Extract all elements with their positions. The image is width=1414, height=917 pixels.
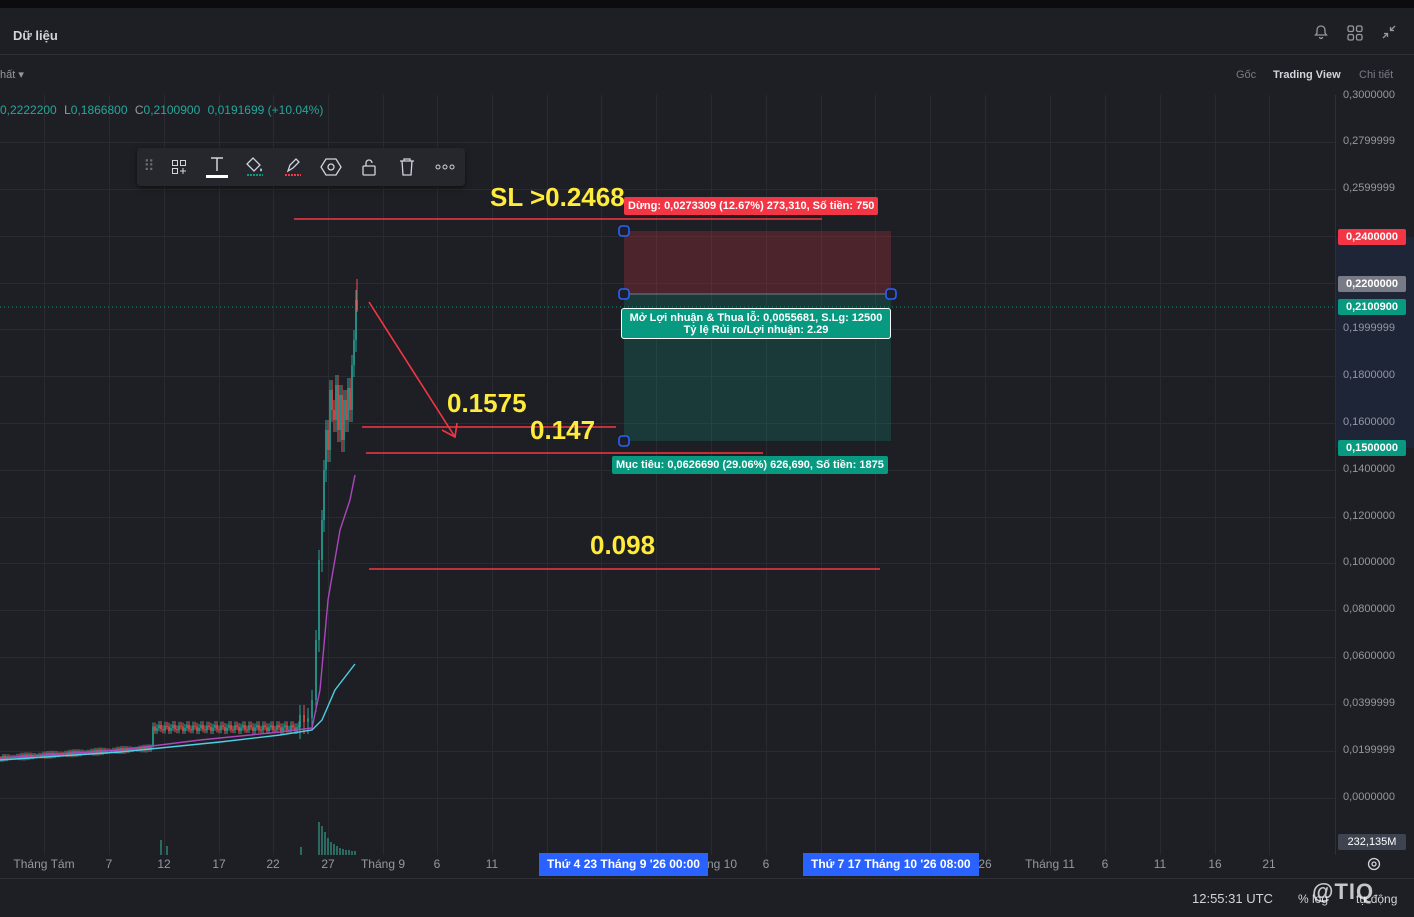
price-tick-label: 0,1400000	[1343, 463, 1395, 475]
fill-color-icon[interactable]	[237, 148, 273, 186]
settings-icon[interactable]	[313, 148, 349, 186]
interval-label: hất	[0, 69, 16, 81]
sl-annotation[interactable]: SL >0.2468	[490, 182, 625, 213]
interval-dropdown[interactable]: hất ▾	[0, 68, 24, 81]
price-tick-label: 0,2599999	[1343, 182, 1395, 194]
time-tick-label: 7	[105, 857, 113, 871]
line-color-icon[interactable]	[275, 148, 311, 186]
time-tick-label: 6	[1101, 857, 1109, 871]
current-price-box: 0,2100900	[1338, 299, 1406, 315]
settings-gear-icon[interactable]	[1366, 856, 1384, 874]
time-tick-label: 21	[1262, 857, 1276, 871]
low-label: L	[64, 103, 71, 117]
bottom-bar: 12:55:31 UTC % log tự động @TIQ	[0, 878, 1414, 917]
drawing-toolbar: ⠿	[137, 148, 465, 186]
bell-icon[interactable]	[1312, 24, 1330, 42]
time-tick-label: 6	[762, 857, 770, 871]
price-tick-label: 0,2799999	[1343, 135, 1395, 147]
time-cursor-start: Thứ 4 23 Tháng 9 '26 00:00	[539, 853, 708, 876]
time-tick-label: 27	[321, 857, 335, 871]
tab-trading-view[interactable]: Trading View	[1273, 69, 1341, 81]
stop-label: Dừng: 0,0273309 (12.67%) 273,310, Số tiề…	[624, 197, 879, 215]
time-tick-label: Tháng Tám	[13, 857, 75, 871]
change-value: 0,0191699 (+10.04%)	[207, 103, 324, 117]
template-icon[interactable]	[161, 148, 197, 186]
time-tick-label: 11	[1153, 857, 1167, 871]
close-value: 0,2100900	[143, 103, 201, 117]
time-tick-label: 17	[212, 857, 226, 871]
level-annotation-3[interactable]: 0.098	[590, 530, 655, 561]
price-tick-label: 0,1000000	[1343, 556, 1395, 568]
chevron-down-icon: ▾	[18, 69, 24, 81]
price-tick-label: 0,1800000	[1343, 369, 1395, 381]
ohlc-legend: 0,2222200 L0,1866800 C0,2100900 0,019169…	[0, 103, 323, 117]
entry-price-box: 0,2200000	[1338, 276, 1406, 292]
price-tick-label: 0,0399999	[1343, 697, 1395, 709]
chart-options-bar: hất ▾ Gốc Trading View Chi tiết	[0, 56, 1414, 95]
price-tick-label: 0,0000000	[1343, 791, 1395, 803]
target-price-box: 0,1500000	[1338, 440, 1406, 456]
time-tick-label: 16	[1208, 857, 1222, 871]
time-tick-label: Tháng 11	[1025, 857, 1075, 871]
drag-handle-icon[interactable]: ⠿	[137, 148, 161, 186]
close-label: C	[134, 103, 144, 117]
pnl-line: Mở Lợi nhuận & Thua lỗ: 0,0055681, S.Lg:…	[629, 312, 883, 324]
time-tick-label: 22	[266, 857, 280, 871]
trash-icon[interactable]	[389, 148, 425, 186]
time-tick-label: Tháng 9	[360, 857, 406, 871]
tab-detail[interactable]: Chi tiết	[1359, 69, 1393, 81]
price-tick-label: 0,1200000	[1343, 510, 1395, 522]
watermark-logo: @TIQ	[1312, 879, 1375, 904]
time-tick-label: 6	[433, 857, 441, 871]
target-label: Mục tiêu: 0,0626690 (29.06%) 626,690, Số…	[612, 456, 888, 474]
lock-icon[interactable]	[351, 148, 387, 186]
level-annotation-1[interactable]: 0.1575	[447, 388, 527, 419]
stop-zone	[624, 231, 891, 294]
collapse-icon[interactable]	[1380, 24, 1398, 42]
time-tick-label: 26	[978, 857, 992, 871]
time-tick-label: ng 10	[706, 857, 738, 871]
layout-grid-icon[interactable]	[1346, 24, 1364, 42]
tab-original[interactable]: Gốc	[1236, 69, 1256, 81]
panel-title: Dữ liệu	[13, 28, 58, 43]
level-annotation-2[interactable]: 0.147	[530, 415, 595, 446]
price-tick-label: 0,3000000	[1343, 89, 1395, 101]
top-bar: Dữ liệu	[0, 0, 1414, 55]
text-icon[interactable]	[199, 148, 235, 186]
risk-reward-line: Tỷ lệ Rủi ro/Lợi nhuận: 2.29	[683, 324, 829, 336]
more-icon[interactable]	[427, 148, 463, 186]
percent-label[interactable]: %	[1298, 892, 1309, 906]
high-value: 0,2222200	[0, 103, 57, 117]
price-tick-label: 0,1999999	[1343, 322, 1395, 334]
utc-clock[interactable]: 12:55:31 UTC	[1192, 891, 1273, 906]
pnl-label: Mở Lợi nhuận & Thua lỗ: 0,0055681, S.Lg:…	[621, 308, 891, 339]
stop-price-box: 0,2400000	[1338, 229, 1406, 245]
volume-box: 232,135M	[1338, 834, 1406, 850]
price-tick-label: 0,0800000	[1343, 603, 1395, 615]
price-tick-label: 0,1600000	[1343, 416, 1395, 428]
time-tick-label: 12	[157, 857, 171, 871]
time-tick-label: 11	[485, 857, 499, 871]
price-tick-label: 0,0199999	[1343, 744, 1395, 756]
low-value: 0,1866800	[70, 103, 128, 117]
time-cursor-end: Thứ 7 17 Tháng 10 '26 08:00	[803, 853, 979, 876]
price-tick-label: 0,0600000	[1343, 650, 1395, 662]
